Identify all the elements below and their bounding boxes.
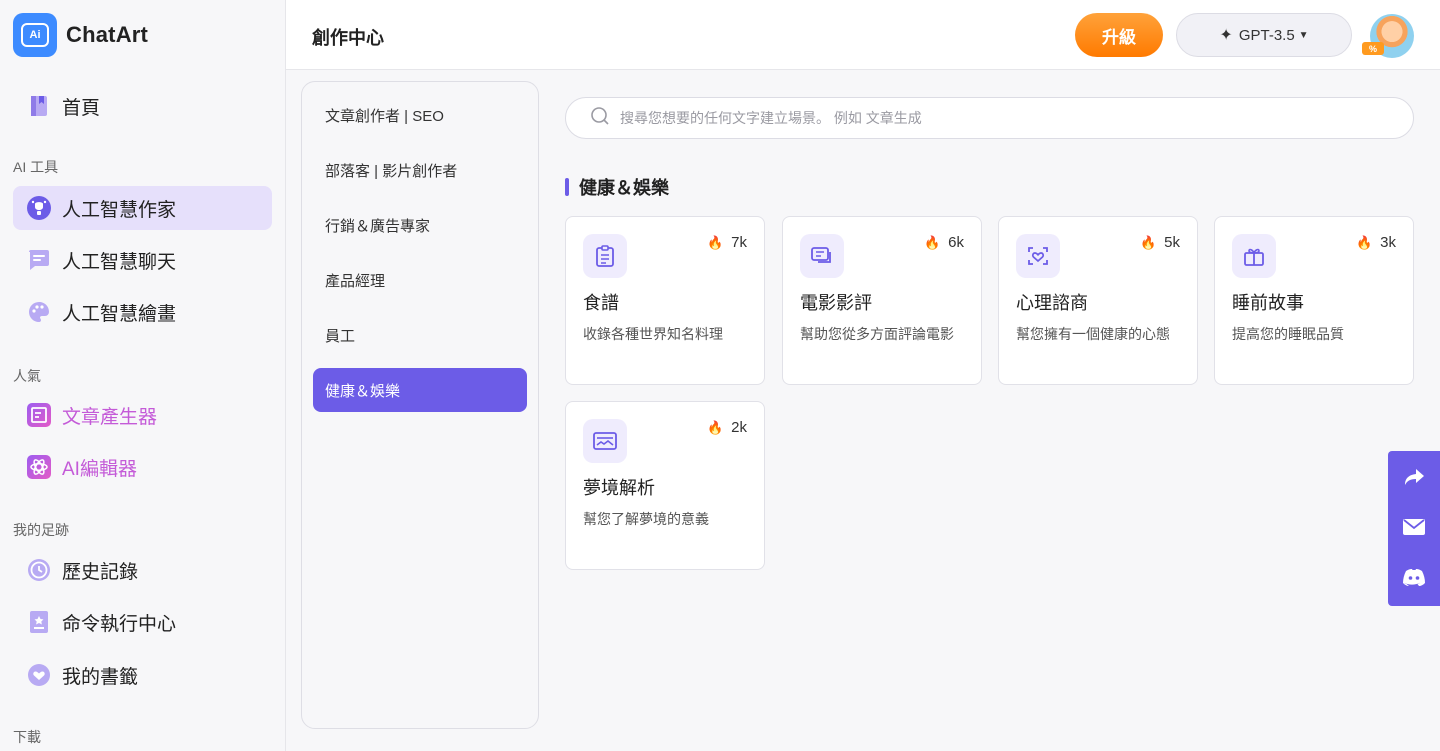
discord-icon [1402, 568, 1426, 591]
card-title: 夢境解析 [583, 478, 655, 498]
sparkle-icon: ✦ [1219, 27, 1233, 44]
article-generator-icon [26, 402, 52, 428]
section-title: 健康＆娛樂 [579, 178, 669, 198]
sidebar-item-article-generator[interactable]: 文章產生器 [13, 393, 272, 437]
card-title: 電影影評 [800, 293, 872, 313]
category-item[interactable]: 員工 [313, 313, 527, 357]
card-description: 提高您的睡眠品質 [1232, 326, 1344, 342]
ai-writer-icon [26, 195, 52, 221]
mail-icon [1402, 518, 1426, 541]
template-card-bedtime-story[interactable]: 🔥 3k 睡前故事 提高您的睡眠品質 [1214, 216, 1414, 385]
movie-review-icon [800, 234, 844, 278]
app-logo[interactable]: Ai ChatArt [13, 13, 148, 57]
sidebar-item-ai-editor[interactable]: AI編輯器 [13, 445, 272, 489]
page-title: 創作中心 [312, 28, 384, 48]
search-bar[interactable] [565, 97, 1414, 139]
popularity: 🔥 7k [706, 234, 747, 251]
share-button[interactable] [1388, 459, 1440, 499]
category-item[interactable]: 行銷＆廣告專家 [313, 203, 527, 247]
fire-icon: 🔥 [706, 419, 724, 435]
fire-icon: 🔥 [923, 234, 941, 250]
palette-icon [26, 299, 52, 325]
command-center-icon [26, 609, 52, 635]
category-item-active[interactable]: 健康＆娛樂 [313, 368, 527, 412]
category-item[interactable]: 文章創作者 | SEO [313, 93, 527, 137]
ai-editor-icon [26, 454, 52, 480]
discount-badge: % [1362, 42, 1384, 55]
popularity: 🔥 5k [1139, 234, 1180, 251]
card-description: 幫您了解夢境的意義 [583, 511, 709, 527]
category-panel: 文章創作者 | SEO 部落客 | 影片創作者 行銷＆廣告專家 產品經理 員工 … [301, 81, 539, 729]
sidebar-item-label: AI編輯器 [62, 458, 137, 480]
sidebar-item-label: 人工智慧作家 [62, 199, 177, 221]
section-label-footprint: 我的足跡 [13, 522, 69, 538]
category-item[interactable]: 部落客 | 影片創作者 [313, 148, 527, 192]
sidebar-item-ai-chat[interactable]: 人工智慧聊天 [13, 238, 272, 282]
caret-down-icon: ▼ [1298, 29, 1309, 41]
card-description: 幫助您從多方面評論電影 [800, 326, 954, 342]
card-description: 收錄各種世界知名料理 [583, 326, 723, 342]
card-title: 睡前故事 [1232, 293, 1304, 313]
popularity: 🔥 2k [706, 419, 747, 436]
sidebar-item-bookmarks[interactable]: 我的書籤 [13, 653, 272, 697]
bookmark-icon [26, 662, 52, 688]
share-icon [1403, 467, 1425, 492]
sidebar-item-history[interactable]: 歷史記錄 [13, 548, 272, 592]
section-label-download: 下載 [13, 729, 41, 745]
card-title: 食譜 [583, 293, 619, 313]
upgrade-button[interactable]: 升級 [1075, 13, 1163, 57]
recipe-clipboard-icon [583, 234, 627, 278]
model-label: GPT-3.5 [1238, 26, 1295, 44]
fire-icon: 🔥 [1139, 234, 1157, 250]
dream-icon [583, 419, 627, 463]
app-name: ChatArt [66, 22, 149, 47]
template-card-movie-review[interactable]: 🔥 6k 電影影評 幫助您從多方面評論電影 [782, 216, 982, 385]
template-card-recipe[interactable]: 🔥 7k 食譜 收錄各種世界知名料理 [565, 216, 765, 385]
popularity: 🔥 3k [1355, 234, 1396, 251]
sidebar-item-home[interactable]: 首頁 [13, 84, 272, 128]
sidebar-item-label: 文章產生器 [62, 406, 158, 428]
section-accent-bar [565, 178, 569, 196]
fire-icon: 🔥 [706, 234, 724, 250]
discord-button[interactable] [1388, 559, 1440, 599]
sidebar-item-command-center[interactable]: 命令執行中心 [13, 600, 272, 644]
card-title: 心理諮商 [1016, 293, 1088, 313]
model-selector[interactable]: ✦ GPT-3.5 ▼ [1176, 13, 1352, 57]
card-description: 幫您擁有一個健康的心態 [1016, 326, 1170, 342]
sidebar-item-label: 命令執行中心 [62, 613, 177, 635]
template-card-counseling[interactable]: 🔥 5k 心理諮商 幫您擁有一個健康的心態 [998, 216, 1198, 385]
chat-icon [26, 247, 52, 273]
sidebar-item-label: 人工智慧聊天 [62, 251, 177, 273]
logo-icon: Ai [13, 13, 57, 57]
section-label-ai-tools: AI 工具 [13, 159, 59, 175]
sidebar: Ai ChatArt 首頁 AI 工具 人工智慧作家 人工智慧聊天 人工智慧繪畫… [0, 0, 286, 751]
section-heading: 健康＆娛樂 [565, 174, 669, 200]
sidebar-item-label: 歷史記錄 [62, 561, 139, 583]
sidebar-item-ai-writer[interactable]: 人工智慧作家 [13, 186, 272, 230]
search-icon [590, 106, 610, 131]
sidebar-item-label: 我的書籤 [62, 666, 139, 688]
top-bar: 創作中心 升級 ✦ GPT-3.5 ▼ % [286, 0, 1440, 70]
sidebar-item-label: 人工智慧繪畫 [62, 303, 177, 325]
section-label-popular: 人氣 [13, 368, 41, 384]
sidebar-item-label: 首頁 [62, 97, 101, 119]
fire-icon: 🔥 [1355, 234, 1373, 250]
template-card-dream[interactable]: 🔥 2k 夢境解析 幫您了解夢境的意義 [565, 401, 765, 570]
search-input[interactable] [620, 110, 1380, 126]
popularity: 🔥 6k [923, 234, 964, 251]
sidebar-item-ai-paint[interactable]: 人工智慧繪畫 [13, 290, 272, 334]
history-icon [26, 557, 52, 583]
category-item[interactable]: 產品經理 [313, 258, 527, 302]
story-book-icon [1232, 234, 1276, 278]
heart-consult-icon [1016, 234, 1060, 278]
floating-action-bar [1388, 451, 1440, 606]
mail-button[interactable] [1388, 509, 1440, 549]
home-book-icon [26, 93, 52, 119]
